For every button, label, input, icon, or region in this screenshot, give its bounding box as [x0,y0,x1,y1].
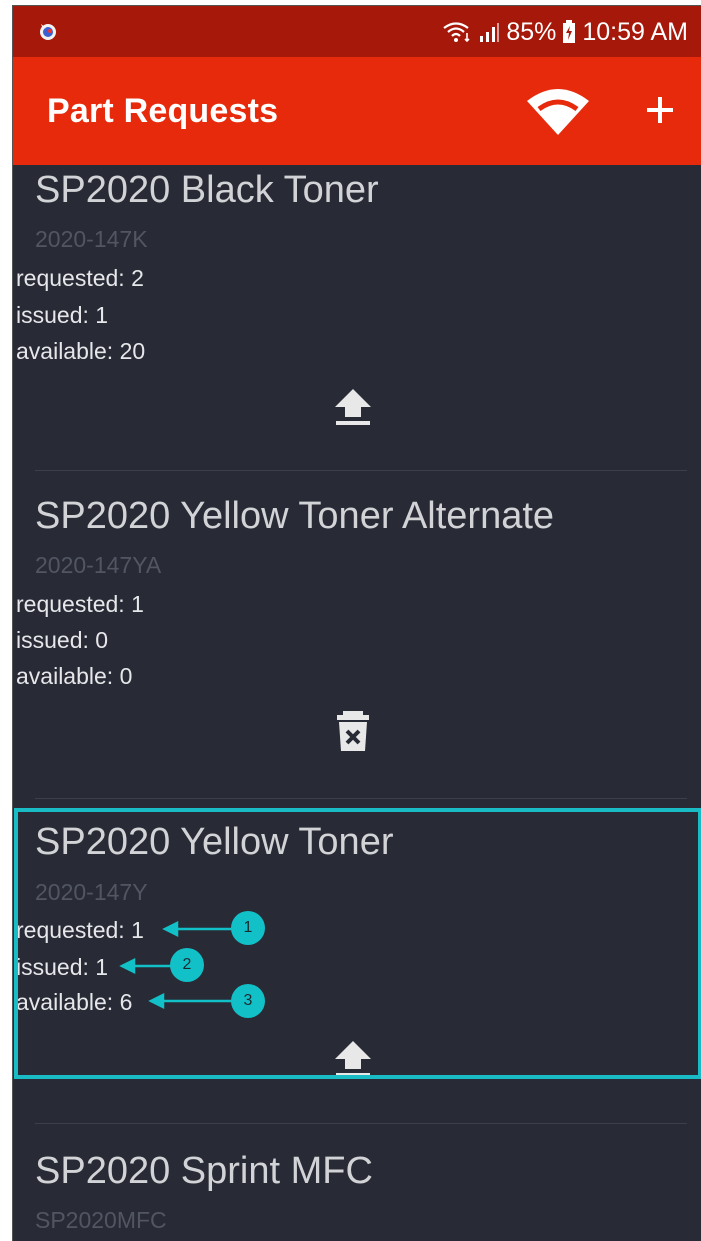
callout-badge-2: 2 [170,948,204,982]
callout-arrows [119,920,233,1010]
callout-badge-1: 1 [231,911,265,945]
callout-badge-3: 3 [231,984,265,1018]
app-screen: 85% 10:59 AM Part Requests SP2020 Black … [12,5,701,1241]
